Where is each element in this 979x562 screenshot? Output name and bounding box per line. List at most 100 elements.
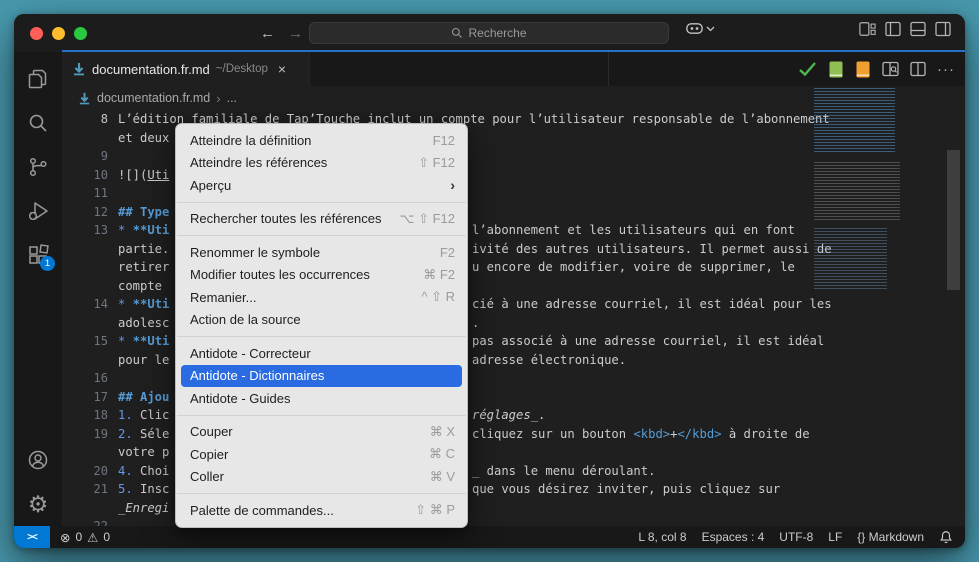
code-text: ## Type [108, 203, 169, 222]
code-token: et deux [118, 130, 170, 145]
code-token: 1. [118, 408, 141, 422]
menu-item-label: Modifier toutes les occurrences [190, 267, 370, 283]
code-token: ![]( [118, 167, 148, 182]
code-text-right: . [472, 314, 479, 333]
sidebar-item-explorer[interactable] [14, 57, 62, 101]
code-token: Clic [140, 408, 170, 422]
warnings-count: 0 [103, 530, 111, 544]
search-placeholder: Recherche [468, 26, 527, 40]
code-token: Uti [147, 167, 170, 182]
code-token: à droite de [721, 426, 810, 441]
toggle-secondary-sidebar-icon[interactable] [935, 21, 951, 37]
vscode-window: ← → Recherche 1 ⚙ documentation.fr.md ~/… [14, 14, 965, 548]
line-number [62, 314, 108, 333]
context-menu-item[interactable]: Renommer le symbole F2 [176, 241, 467, 264]
antidote-corrector-check-icon[interactable] [798, 61, 817, 77]
more-actions-icon[interactable]: ··· [937, 61, 955, 78]
warnings-icon: ⚠ [87, 530, 99, 545]
toggle-primary-sidebar-icon[interactable] [885, 21, 901, 37]
line-number: 15 [93, 334, 108, 348]
line-number [62, 351, 108, 370]
context-menu-item[interactable]: Couper ⌘ X [176, 421, 467, 444]
code-token: * [118, 297, 133, 311]
encoding[interactable]: UTF-8 [779, 530, 813, 544]
close-tab-icon[interactable]: × [278, 61, 286, 77]
command-center-search[interactable]: Recherche [309, 22, 669, 44]
code-token: pas associé à une adresse courriel, il e… [472, 334, 825, 348]
menu-item-label: Rechercher toutes les références [190, 211, 382, 227]
remote-indicator[interactable]: >< [14, 526, 50, 548]
code-token: partie. [118, 241, 170, 256]
cursor-position[interactable]: L 8, col 8 [638, 530, 686, 544]
code-token: retirer [118, 260, 170, 274]
code-token: l’abonnement et les utilisateurs qui en … [472, 223, 795, 237]
language-mode[interactable]: {} Markdown [857, 530, 924, 544]
back-icon[interactable]: ← [260, 25, 275, 42]
context-menu-item[interactable]: Action de la source [176, 309, 467, 332]
settings-button[interactable]: ⚙ [14, 482, 62, 526]
context-menu-item[interactable]: Antidote - Correcteur [176, 342, 467, 365]
notifications-bell-icon[interactable] [939, 530, 953, 544]
context-menu-item[interactable]: Atteindre la définition F12 [176, 129, 467, 152]
breadcrumb[interactable]: documentation.fr.md › ... [62, 86, 965, 110]
context-menu-item[interactable]: Antidote - Dictionnaires [181, 364, 462, 387]
code-text-right: l’abonnement et les utilisateurs qui en … [472, 221, 795, 240]
sidebar-item-search[interactable] [14, 101, 62, 145]
code-token: cliquez sur un bouton [472, 426, 634, 441]
context-menu-item[interactable]: Atteindre les références ⇧ F12 [176, 152, 467, 175]
problems-status[interactable]: ⊗ 0 ⚠ 0 [60, 530, 110, 545]
code-text: 2. Séle [108, 425, 169, 444]
code-text: 1. Clic [108, 406, 169, 425]
line-number [62, 258, 108, 277]
menu-item-label: Atteindre la définition [190, 132, 312, 148]
tab-documentation-fr-md[interactable]: documentation.fr.md ~/Desktop × [62, 52, 310, 86]
minimize-window-button[interactable] [52, 26, 65, 40]
eol-sequence[interactable]: LF [828, 530, 842, 544]
code-token: _Enregi [118, 500, 170, 515]
code-text: 4. Choi [108, 462, 169, 481]
menu-item-label: Aperçu [190, 177, 232, 193]
submenu-arrow-icon: › [450, 177, 455, 194]
activity-bar: 1 ⚙ [14, 52, 62, 526]
tab-label: documentation.fr.md [92, 61, 210, 77]
forward-icon[interactable]: → [288, 25, 303, 42]
accounts-button[interactable] [14, 438, 62, 482]
menu-item-label: Remanier... [190, 289, 257, 305]
sidebar-item-source-control[interactable] [14, 145, 62, 189]
antidote-dictionaries-book-icon[interactable] [828, 61, 844, 78]
indentation[interactable]: Espaces : 4 [702, 530, 765, 544]
menu-item-shortcut: ⌘ V [429, 468, 455, 484]
context-menu-item[interactable]: Aperçu › [176, 174, 467, 197]
context-menu-item[interactable]: Modifier toutes les occurrences ⌘ F2 [176, 264, 467, 287]
zoom-window-button[interactable] [74, 26, 87, 40]
copilot-menu[interactable] [686, 21, 715, 36]
menu-item-shortcut: ^ ⇧ R [421, 289, 455, 305]
antidote-guides-book-icon[interactable] [855, 61, 871, 78]
context-menu-item[interactable]: Coller ⌘ V [176, 466, 467, 489]
search-icon [29, 114, 47, 132]
code-text: ## Ajou [108, 388, 169, 407]
sidebar-item-extensions[interactable]: 1 [14, 233, 62, 277]
line-number: 10 [93, 167, 108, 182]
sidebar-item-run-debug[interactable] [14, 189, 62, 233]
breadcrumb-more[interactable]: ... [227, 91, 237, 105]
toggle-panel-icon[interactable] [910, 21, 926, 37]
vertical-scrollbar[interactable] [947, 150, 960, 290]
breadcrumb-chevron-icon: › [216, 90, 221, 106]
context-menu-item[interactable]: Remanier... ^ ⇧ R [176, 286, 467, 309]
close-window-button[interactable] [30, 26, 43, 40]
menu-item-label: Antidote - Correcteur [190, 345, 311, 361]
breadcrumb-file[interactable]: documentation.fr.md [97, 91, 210, 105]
open-preview-icon[interactable] [882, 61, 899, 77]
context-menu-item[interactable]: Palette de commandes... ⇧ ⌘ P [176, 499, 467, 522]
context-menu-item[interactable]: Copier ⌘ C [176, 443, 467, 466]
chevron-down-icon [706, 26, 715, 31]
context-menu-item[interactable]: Antidote - Guides [176, 387, 467, 410]
code-token: 2. [118, 426, 141, 441]
code-token: pour le [118, 352, 170, 367]
code-token: ## Type [118, 204, 170, 219]
customize-layout-icon[interactable] [859, 21, 876, 37]
context-menu-item[interactable]: Rechercher toutes les références ⌥ ⇧ F12 [176, 208, 467, 231]
split-editor-icon[interactable] [910, 61, 926, 77]
